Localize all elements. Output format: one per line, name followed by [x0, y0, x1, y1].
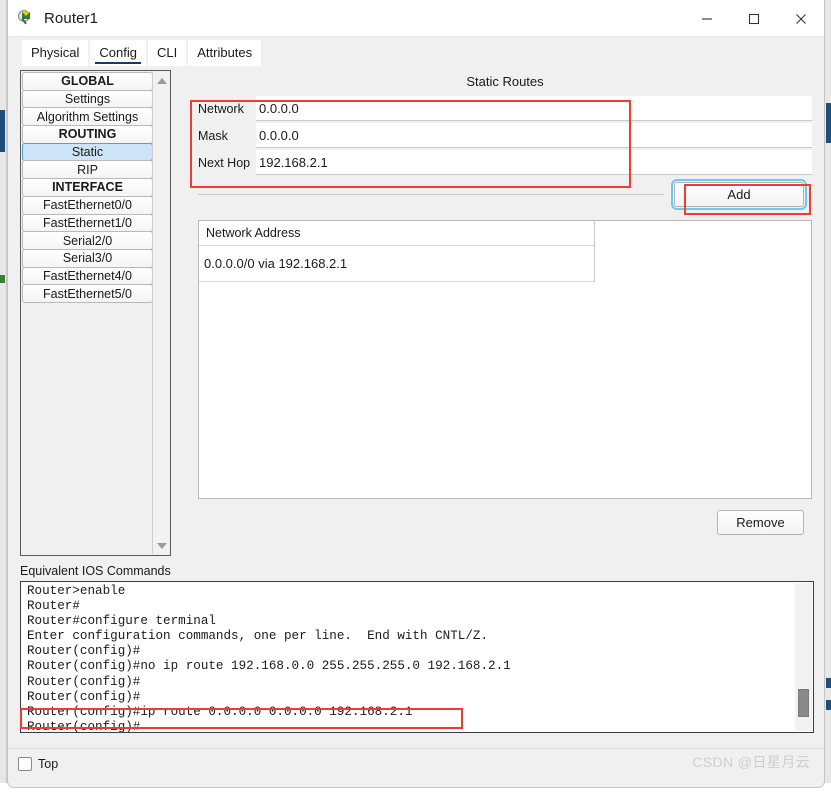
network-row: Network	[198, 95, 812, 122]
close-button[interactable]	[777, 0, 824, 37]
checkbox-icon[interactable]	[18, 756, 32, 771]
background-window-sliver-right	[826, 103, 831, 143]
sidebar-item-fastethernet4-0[interactable]: FastEthernet4/0	[22, 266, 153, 286]
window-footer: Top CSDN @日星月云	[8, 748, 824, 778]
tab-attributes[interactable]: Attributes	[188, 40, 262, 66]
sidebar-item-fastethernet5-0[interactable]: FastEthernet5/0	[22, 284, 153, 303]
sidebar-item-settings[interactable]: Settings	[22, 89, 153, 109]
sidebar-item-algorithm-settings[interactable]: Algorithm Settings	[22, 107, 153, 127]
scroll-up-icon[interactable]	[153, 72, 170, 89]
add-row-divider	[198, 193, 664, 195]
tab-config[interactable]: Config	[90, 40, 146, 66]
equivalent-ios-commands: Equivalent IOS Commands Router>enable Ro…	[20, 564, 814, 733]
sidebar-group-routing: ROUTING	[22, 125, 153, 144]
background-window-sliver-right-2	[826, 678, 831, 688]
next-hop-input[interactable]	[256, 150, 812, 175]
sidebar-list: GLOBAL Settings Algorithm Settings ROUTI…	[22, 72, 153, 303]
sidebar-item-fastethernet1-0[interactable]: FastEthernet1/0	[22, 213, 153, 233]
routes-list[interactable]: Network Address 0.0.0.0/0 via 192.168.2.…	[198, 220, 812, 499]
top-checkbox-label: Top	[38, 756, 59, 771]
config-content: GLOBAL Settings Algorithm Settings ROUTI…	[8, 66, 824, 778]
config-sidebar: GLOBAL Settings Algorithm Settings ROUTI…	[20, 70, 171, 556]
tab-strip: Physical Config CLI Attributes	[8, 37, 824, 66]
add-button[interactable]: Add	[671, 178, 807, 210]
mask-row: Mask	[198, 122, 812, 149]
window-controls	[683, 0, 824, 37]
network-input[interactable]	[256, 96, 812, 121]
sidebar-item-fastethernet0-0[interactable]: FastEthernet0/0	[22, 195, 153, 215]
background-window-sliver-right-3	[826, 700, 831, 710]
ios-console-text: Router>enable Router# Router#configure t…	[27, 584, 511, 733]
remove-button[interactable]: Remove	[717, 510, 804, 535]
background-window-sliver-left-2	[0, 275, 5, 283]
background-window-sliver-left	[0, 110, 5, 152]
section-title: Static Routes	[466, 74, 544, 89]
watermark: CSDN @日星月云	[692, 754, 810, 770]
sidebar-scrollbar[interactable]	[152, 72, 169, 554]
ios-console-scroll-thumb[interactable]	[798, 689, 809, 717]
window-title: Router1	[44, 9, 99, 27]
add-row: Add	[198, 178, 812, 210]
title-bar: Router1	[8, 0, 824, 37]
routes-column: Network Address 0.0.0.0/0 via 192.168.2.…	[199, 221, 595, 282]
sidebar-item-serial2-0[interactable]: Serial2/0	[22, 231, 153, 250]
tab-physical[interactable]: Physical	[22, 40, 89, 66]
sidebar-item-serial3-0[interactable]: Serial3/0	[22, 248, 153, 268]
mask-input[interactable]	[256, 123, 812, 148]
ios-console[interactable]: Router>enable Router# Router#configure t…	[20, 581, 814, 733]
routes-column-header: Network Address	[199, 221, 594, 246]
tab-cli[interactable]: CLI	[148, 40, 187, 66]
sidebar-group-global: GLOBAL	[22, 72, 153, 91]
static-routes-pane: Static Routes Network Mask Next Hop Add …	[198, 70, 812, 535]
network-label: Network	[198, 101, 244, 116]
maximize-button[interactable]	[730, 0, 777, 37]
router-config-window: Router1 Physical Config CLI Attributes G…	[7, 0, 825, 788]
scroll-down-icon[interactable]	[153, 537, 170, 554]
ios-console-scrollbar[interactable]	[795, 583, 812, 731]
remove-row: Remove	[198, 510, 812, 535]
top-checkbox[interactable]: Top	[18, 756, 59, 771]
minimize-button[interactable]	[683, 0, 730, 37]
next-hop-label: Next Hop	[198, 155, 251, 170]
mask-label: Mask	[198, 128, 228, 143]
sidebar-item-rip[interactable]: RIP	[22, 160, 153, 180]
sidebar-group-interface: INTERFACE	[22, 178, 153, 197]
sidebar-item-static[interactable]: Static	[22, 142, 153, 162]
table-row[interactable]: 0.0.0.0/0 via 192.168.2.1	[199, 246, 594, 282]
router-icon	[17, 9, 35, 27]
next-hop-row: Next Hop	[198, 149, 812, 176]
ios-commands-label: Equivalent IOS Commands	[20, 564, 171, 578]
